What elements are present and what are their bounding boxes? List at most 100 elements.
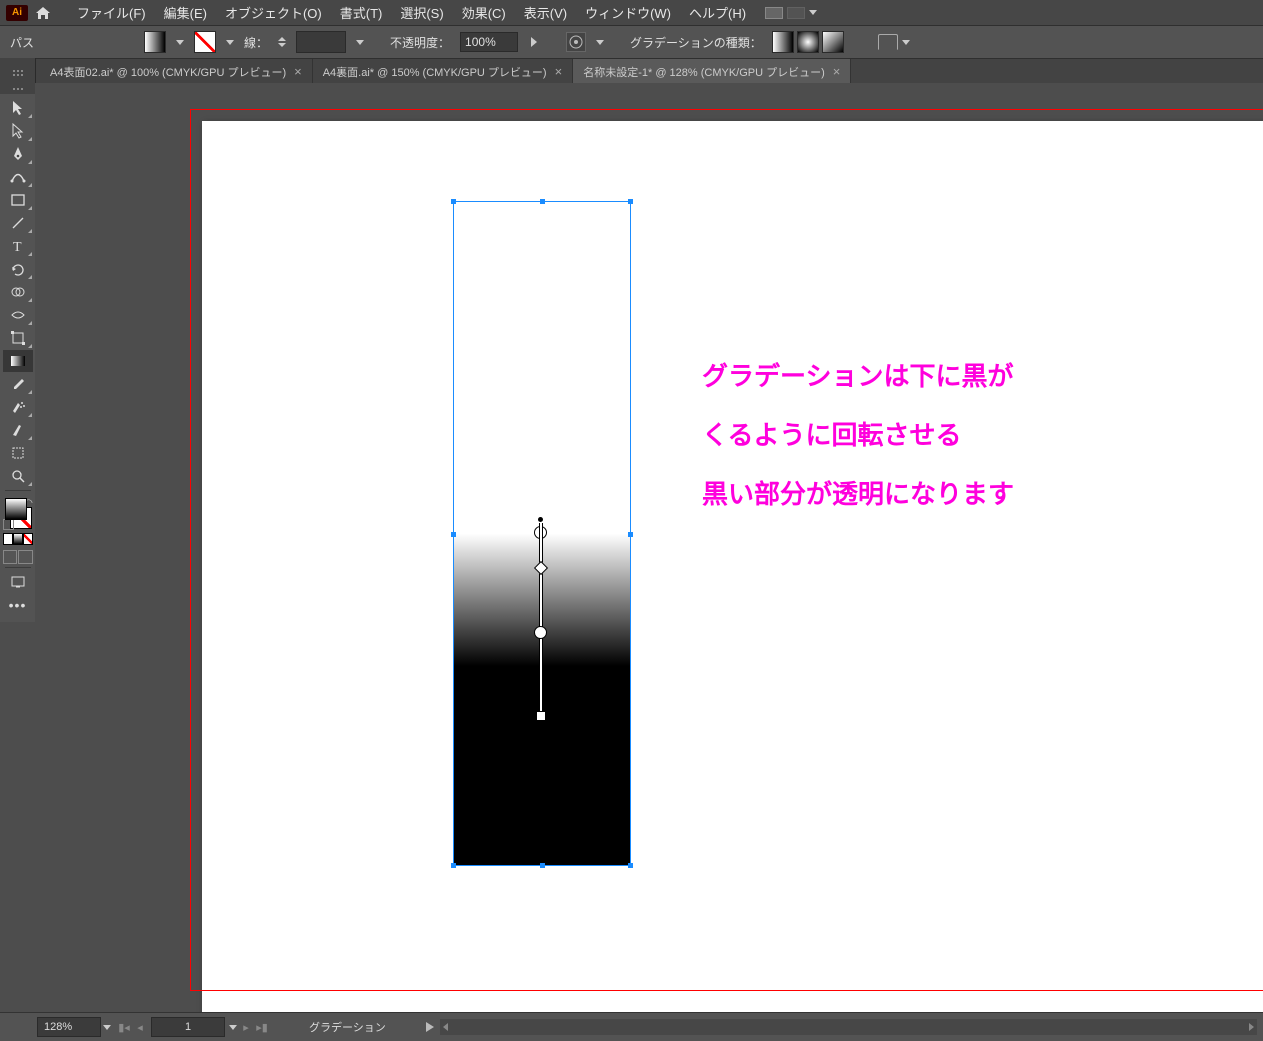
curvature-tool[interactable] xyxy=(3,166,33,188)
selection-type-label: パス xyxy=(10,34,34,51)
close-icon[interactable]: × xyxy=(555,64,563,79)
color-mode-row xyxy=(3,533,33,545)
resize-handle[interactable] xyxy=(540,199,545,204)
menu-select[interactable]: 選択(S) xyxy=(393,0,450,25)
zoom-tool[interactable] xyxy=(3,465,33,487)
transform-panel-button[interactable] xyxy=(878,34,910,50)
canvas-area[interactable]: グラデーションは下に黒が くるように回転させる 黒い部分が透明になります xyxy=(35,83,1263,1013)
type-tool[interactable]: T xyxy=(3,235,33,257)
stroke-label: 線： xyxy=(244,34,268,51)
toolbar-handle[interactable] xyxy=(0,84,35,94)
status-tool-label: グラデーション xyxy=(309,1019,386,1035)
resize-handle[interactable] xyxy=(451,863,456,868)
chevron-down-icon[interactable] xyxy=(226,40,234,45)
prev-artboard-button[interactable]: ◂ xyxy=(133,1019,147,1035)
menu-view[interactable]: 表示(V) xyxy=(517,0,574,25)
gradient-linear-button[interactable] xyxy=(772,31,794,53)
last-artboard-button[interactable]: ▸▮ xyxy=(255,1019,269,1035)
stroke-weight-field[interactable] xyxy=(296,31,346,53)
direct-selection-tool[interactable] xyxy=(3,120,33,142)
doc-tab-2[interactable]: 名称未設定-1* @ 128% (CMYK/GPU プレビュー) × xyxy=(573,59,851,84)
gradient-end-handle[interactable] xyxy=(536,711,546,721)
close-icon[interactable]: × xyxy=(833,64,841,79)
graphic-style-icon[interactable] xyxy=(566,32,586,52)
opacity-more[interactable] xyxy=(528,32,540,52)
left-strip xyxy=(0,1012,35,1041)
artboard-number-field[interactable]: 1 xyxy=(151,1017,225,1037)
doc-tab-1[interactable]: A4裏面.ai* @ 150% (CMYK/GPU プレビュー) × xyxy=(313,59,573,84)
stroke-weight-spinner[interactable] xyxy=(278,32,286,52)
doc-tab-0[interactable]: A4表面02.ai* @ 100% (CMYK/GPU プレビュー) × xyxy=(40,59,313,84)
artboard-tool[interactable] xyxy=(3,442,33,464)
stroke-swatch[interactable] xyxy=(194,31,216,53)
close-icon[interactable]: × xyxy=(294,64,302,79)
resize-handle[interactable] xyxy=(628,199,633,204)
gradient-stop-end[interactable] xyxy=(534,626,547,639)
document-tabs: A4表面02.ai* @ 100% (CMYK/GPU プレビュー) × A4裏… xyxy=(0,59,1263,85)
app-icon: Ai xyxy=(6,5,28,21)
status-bar: 128% ▮◂ ◂ 1 ▸ ▸▮ グラデーション xyxy=(35,1012,1263,1041)
gradient-annotator-line[interactable] xyxy=(539,523,543,718)
annotation-text: 黒い部分が透明になります xyxy=(702,474,1014,511)
home-icon[interactable] xyxy=(32,2,54,24)
chevron-down-icon[interactable] xyxy=(229,1025,237,1030)
resize-handle[interactable] xyxy=(451,199,456,204)
tab-label: 名称未設定-1* @ 128% (CMYK/GPU プレビュー) xyxy=(583,64,825,80)
rectangle-tool[interactable] xyxy=(3,189,33,211)
symbol-sprayer-tool[interactable] xyxy=(3,396,33,418)
play-icon[interactable] xyxy=(426,1022,434,1032)
draw-mode-row xyxy=(3,550,33,564)
opacity-field[interactable]: 100% xyxy=(460,32,518,52)
chevron-down-icon[interactable] xyxy=(103,1025,111,1030)
draw-behind-button[interactable] xyxy=(18,550,33,564)
color-solid-button[interactable] xyxy=(3,533,13,545)
tab-dock-handle[interactable] xyxy=(0,58,36,83)
gradient-tool[interactable] xyxy=(3,350,33,372)
chevron-down-icon[interactable] xyxy=(596,40,604,45)
eyedropper-tool[interactable] xyxy=(3,373,33,395)
menu-edit[interactable]: 編集(E) xyxy=(157,0,214,25)
chevron-down-icon xyxy=(809,10,817,15)
rotate-tool[interactable] xyxy=(3,258,33,280)
resize-handle[interactable] xyxy=(540,863,545,868)
menu-file[interactable]: ファイル(F) xyxy=(70,0,153,25)
gradient-radial-button[interactable] xyxy=(797,31,819,53)
menu-help[interactable]: ヘルプ(H) xyxy=(682,0,753,25)
menu-window[interactable]: ウィンドウ(W) xyxy=(578,0,678,25)
line-tool[interactable] xyxy=(3,212,33,234)
next-artboard-button[interactable]: ▸ xyxy=(239,1019,253,1035)
chevron-down-icon[interactable] xyxy=(356,40,364,45)
free-transform-tool[interactable] xyxy=(3,327,33,349)
gradient-origin-dot[interactable] xyxy=(538,517,543,522)
horizontal-scrollbar[interactable] xyxy=(440,1019,1257,1035)
selection-tool[interactable] xyxy=(3,97,33,119)
resize-handle[interactable] xyxy=(451,532,456,537)
gradient-freeform-button[interactable] xyxy=(822,31,844,53)
chevron-down-icon[interactable] xyxy=(176,40,184,45)
control-bar: パス 線： 不透明度： 100% グラデーションの種類： xyxy=(0,26,1263,59)
workspace-switcher[interactable] xyxy=(765,7,817,19)
chevron-down-icon xyxy=(902,40,910,45)
fill-swatch[interactable] xyxy=(144,31,166,53)
shape-builder-tool[interactable] xyxy=(3,281,33,303)
edit-toolbar-button[interactable]: ••• xyxy=(3,594,33,616)
first-artboard-button[interactable]: ▮◂ xyxy=(117,1019,131,1035)
pen-tool[interactable] xyxy=(3,143,33,165)
width-tool[interactable] xyxy=(3,304,33,326)
menu-bar: Ai ファイル(F) 編集(E) オブジェクト(O) 書式(T) 選択(S) 効… xyxy=(0,0,1263,26)
color-none-button[interactable] xyxy=(23,533,33,545)
menu-effect[interactable]: 効果(C) xyxy=(455,0,513,25)
gradient-type-label: グラデーションの種類： xyxy=(630,34,762,51)
menu-object[interactable]: オブジェクト(O) xyxy=(218,0,329,25)
fill-color-box[interactable] xyxy=(5,498,27,520)
slice-tool[interactable] xyxy=(3,419,33,441)
draw-normal-button[interactable] xyxy=(3,550,18,564)
menu-type[interactable]: 書式(T) xyxy=(333,0,390,25)
color-gradient-button[interactable] xyxy=(13,533,23,545)
screen-mode-button[interactable] xyxy=(3,571,33,593)
fill-stroke-control[interactable]: ⤺ xyxy=(3,496,33,530)
resize-handle[interactable] xyxy=(628,532,633,537)
resize-handle[interactable] xyxy=(628,863,633,868)
zoom-field[interactable]: 128% xyxy=(37,1017,101,1037)
default-fill-stroke-icon[interactable] xyxy=(3,519,14,530)
